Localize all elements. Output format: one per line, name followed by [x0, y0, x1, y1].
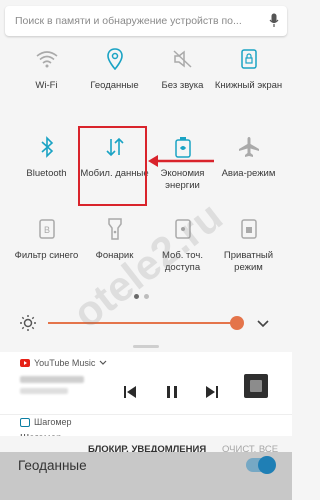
- media-app-header: YouTube Music: [20, 358, 107, 368]
- tile-label: Геоданные: [90, 80, 139, 91]
- track-title-blurred: [20, 376, 84, 383]
- pause-icon[interactable]: [164, 384, 180, 400]
- tile-mute[interactable]: Без звука: [146, 40, 219, 120]
- tile-wifi[interactable]: Wi-Fi: [10, 40, 83, 120]
- flashlight-icon: [104, 218, 126, 240]
- location-icon: [104, 48, 126, 70]
- tile-label: Приватный режим: [223, 250, 274, 273]
- portrait-lock-icon: [238, 48, 260, 70]
- tile-power-saving[interactable]: Экономия энергии: [146, 128, 219, 208]
- media-app-name: YouTube Music: [34, 358, 96, 368]
- mute-icon: [172, 48, 194, 70]
- microphone-icon[interactable]: [267, 12, 281, 30]
- tile-blue-filter[interactable]: B Фильтр синего: [10, 210, 83, 290]
- airplane-icon: [238, 136, 260, 158]
- search-input[interactable]: Поиск в памяти и обнаружение устройств п…: [15, 15, 267, 27]
- tile-bluetooth[interactable]: Bluetooth: [10, 128, 83, 208]
- chevron-down-icon[interactable]: [256, 316, 270, 335]
- private-mode-icon: [238, 218, 260, 240]
- svg-text:B: B: [43, 225, 49, 235]
- tile-label: Экономия энергии: [160, 168, 205, 191]
- pedometer-title: Шагомер: [34, 417, 72, 427]
- brightness-icon: [20, 315, 36, 336]
- track-artist-blurred: [20, 388, 68, 394]
- drag-handle[interactable]: [133, 345, 159, 348]
- tile-location[interactable]: Геоданные: [78, 40, 151, 120]
- highlight-box: [78, 126, 147, 206]
- wifi-icon: [36, 48, 58, 70]
- tile-label: Wi-Fi: [35, 80, 58, 91]
- tile-label: Книжный экран: [214, 80, 283, 91]
- tile-label: Bluetooth: [26, 168, 67, 179]
- album-art-inner: [250, 380, 262, 392]
- brightness-slider-thumb[interactable]: [230, 316, 244, 330]
- location-title: Геоданные: [18, 458, 87, 473]
- tile-airplane[interactable]: Авиа-режим: [212, 128, 285, 208]
- tile-label: Без звука: [161, 80, 204, 91]
- tile-portrait[interactable]: Книжный экран: [212, 40, 285, 120]
- location-notification[interactable]: Геоданные: [0, 452, 292, 500]
- pedometer-icon: [20, 417, 30, 427]
- search-bar[interactable]: Поиск в памяти и обнаружение устройств п…: [5, 6, 287, 36]
- blue-filter-icon: B: [36, 218, 58, 240]
- chevron-down-icon[interactable]: [99, 360, 107, 366]
- location-toggle-thumb[interactable]: [258, 456, 276, 474]
- brightness-slider-track[interactable]: [48, 322, 238, 324]
- youtube-music-icon: [20, 359, 30, 367]
- tile-label: Фильтр синего: [14, 250, 79, 261]
- pointer-arrow-icon: [148, 155, 214, 167]
- bluetooth-icon: [36, 136, 58, 158]
- next-track-icon[interactable]: [204, 384, 220, 400]
- pedometer-header: Шагомер: [20, 417, 72, 427]
- tile-label: Авиа-режим: [221, 168, 276, 179]
- previous-track-icon[interactable]: [122, 384, 138, 400]
- brightness-bar: [0, 308, 292, 338]
- media-notification[interactable]: YouTube Music: [0, 352, 292, 414]
